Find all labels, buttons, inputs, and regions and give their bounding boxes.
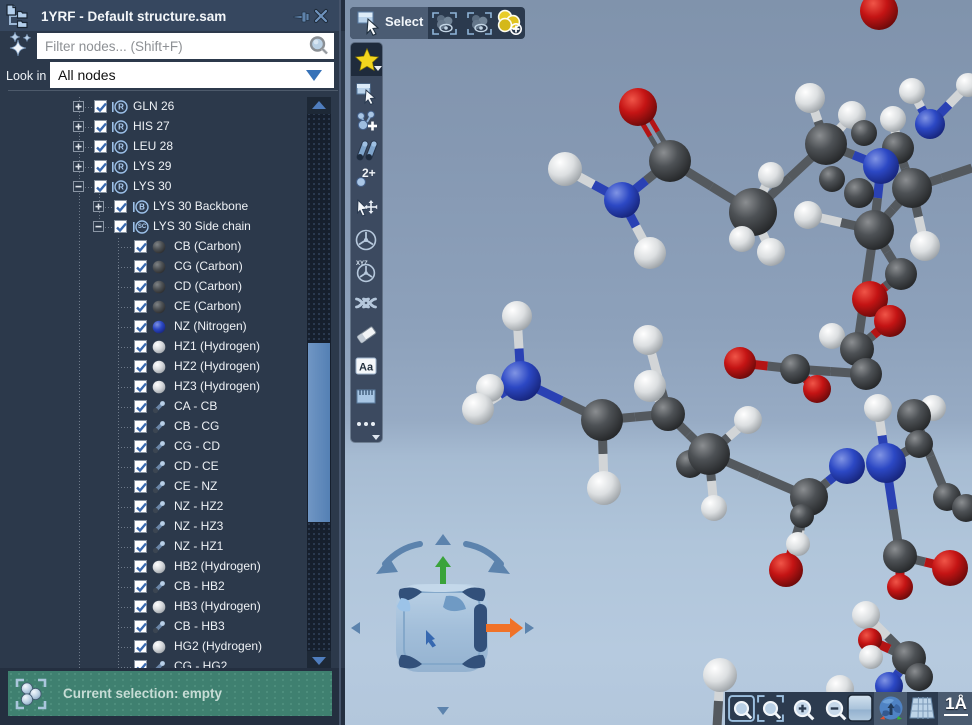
- svg-text:R: R: [118, 123, 124, 132]
- svg-text:B: B: [139, 203, 145, 212]
- svg-text:SC: SC: [138, 224, 147, 230]
- svg-text:Aa: Aa: [359, 362, 374, 374]
- svg-text:R: R: [118, 143, 124, 152]
- svg-text:R: R: [118, 183, 124, 192]
- svg-text:R: R: [118, 163, 124, 172]
- svg-text:R: R: [118, 103, 124, 112]
- svg-text:2+: 2+: [362, 166, 376, 180]
